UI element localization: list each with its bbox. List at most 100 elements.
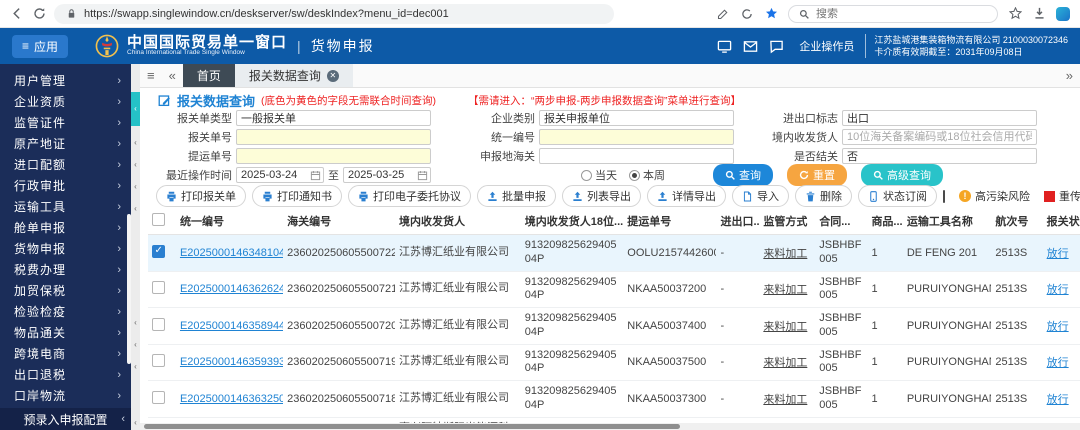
status-link[interactable]: 放行 bbox=[1047, 248, 1069, 260]
sidebar-item[interactable]: 企业资质 › bbox=[0, 91, 131, 112]
reset-button[interactable]: 重置 bbox=[787, 164, 847, 186]
refresh-icon[interactable] bbox=[32, 7, 46, 21]
sidebar-item[interactable]: 税费办理 › bbox=[0, 259, 131, 280]
sidebar-item[interactable]: 监管证件 › bbox=[0, 112, 131, 133]
collapse-handle[interactable]: ‹ bbox=[131, 338, 140, 352]
table-row[interactable]: E20250001463481049236020250605500722江苏博汇… bbox=[148, 234, 1080, 272]
status-link[interactable]: 放行 bbox=[1047, 321, 1069, 333]
status-subscribe-button[interactable]: 状态订阅 bbox=[858, 185, 937, 207]
collapse-handle[interactable]: ‹ bbox=[131, 416, 140, 430]
import-button[interactable]: 导入 bbox=[732, 185, 789, 207]
tab-declaration-query[interactable]: 报关数据查询 ✕ bbox=[234, 64, 353, 87]
sidebar-item[interactable]: 进口配额 › bbox=[0, 154, 131, 175]
sidebar-item[interactable]: 物品通关 › bbox=[0, 322, 131, 343]
desktop-icon[interactable] bbox=[717, 39, 732, 54]
chat-icon[interactable] bbox=[769, 39, 784, 54]
date-from-input[interactable] bbox=[236, 167, 324, 183]
mail-icon[interactable] bbox=[743, 39, 758, 54]
unified-no-link[interactable]: E20250001463589441 bbox=[180, 320, 283, 332]
close-tab-icon[interactable]: ✕ bbox=[326, 69, 339, 82]
tab-menu-icon[interactable]: ≡ bbox=[140, 64, 162, 87]
address-bar[interactable]: https://swapp.singlewindow.cn/deskserver… bbox=[54, 3, 614, 24]
browser-profile-icon[interactable] bbox=[1056, 6, 1070, 21]
apps-menu-button[interactable]: ≡ 应用 bbox=[12, 34, 69, 58]
status-link[interactable]: 放行 bbox=[1047, 357, 1069, 369]
table-row[interactable]: E20250001463626241 236020250605500721 江苏博汇… bbox=[148, 271, 1080, 308]
sync-icon[interactable] bbox=[740, 7, 754, 21]
sidebar-item[interactable]: 加贸保税 › bbox=[0, 280, 131, 301]
collapse-handle[interactable]: ‹ bbox=[131, 136, 140, 150]
table-row[interactable]: E20250001463589441 236020250605500720 江苏博汇… bbox=[148, 307, 1080, 345]
batch-declare-button[interactable]: 批量申报 bbox=[477, 185, 556, 207]
sidebar-item[interactable]: 货物申报 › bbox=[0, 238, 131, 259]
row-checkbox[interactable] bbox=[152, 244, 165, 258]
column-header[interactable]: 运输工具名称 bbox=[902, 208, 992, 235]
table-row[interactable]: E20250001463632507 236020250605500718 江苏博汇… bbox=[148, 380, 1080, 418]
sidebar-item[interactable]: 用户管理 › bbox=[0, 70, 131, 91]
tabs-scroll-right-icon[interactable]: » bbox=[1059, 64, 1080, 87]
row-checkbox[interactable] bbox=[152, 354, 165, 368]
list-export-button[interactable]: 列表导出 bbox=[562, 185, 641, 207]
search-button[interactable]: 查询 bbox=[713, 164, 773, 186]
row-checkbox[interactable] bbox=[152, 390, 165, 404]
radio-today[interactable]: 当天 bbox=[581, 167, 617, 183]
column-header[interactable]: 航次号 bbox=[991, 208, 1043, 235]
select-all-checkbox[interactable] bbox=[152, 213, 165, 226]
ie-flag-input[interactable] bbox=[842, 110, 1037, 126]
sidebar-item[interactable]: 检验检疫 › bbox=[0, 301, 131, 322]
collapse-handle[interactable]: ‹ bbox=[131, 360, 140, 374]
column-header[interactable]: 报关状态 bbox=[1042, 208, 1080, 235]
collapse-handle[interactable]: ‹ bbox=[131, 158, 140, 172]
status-link[interactable]: 放行 bbox=[1047, 284, 1069, 296]
column-header[interactable]: 商品... bbox=[867, 208, 903, 235]
unified-no-link[interactable]: E20250001463632507 bbox=[180, 393, 283, 405]
sidebar-item[interactable]: 原产地证 › bbox=[0, 133, 131, 154]
sidebar-item[interactable]: 行政审批 › bbox=[0, 175, 131, 196]
sidebar-item-prerecord-config[interactable]: 预录入申报配置 ‹ bbox=[0, 408, 131, 430]
status-link[interactable]: 放行 bbox=[1047, 394, 1069, 406]
browser-search-input[interactable] bbox=[816, 7, 966, 20]
edit-icon[interactable] bbox=[716, 7, 730, 21]
unified-no-link[interactable]: E20250001463626241 bbox=[180, 283, 283, 295]
radio-week[interactable]: 本周 bbox=[629, 167, 665, 183]
closed-flag-input[interactable] bbox=[842, 148, 1037, 164]
delete-button[interactable]: 删除 bbox=[795, 185, 852, 207]
bl-no-input[interactable] bbox=[236, 148, 431, 164]
back-icon[interactable] bbox=[10, 7, 24, 21]
print-notice-button[interactable]: 打印通知书 bbox=[252, 185, 342, 207]
unified-no-link[interactable]: E20250001463593935 bbox=[180, 356, 283, 368]
row-checkbox[interactable] bbox=[152, 317, 165, 331]
collapse-handle[interactable]: ‹ bbox=[131, 202, 140, 216]
scrollbar-thumb[interactable] bbox=[144, 424, 680, 429]
print-agreement-button[interactable]: 打印电子委托协议 bbox=[348, 185, 471, 207]
collapse-handle[interactable]: ‹ bbox=[131, 180, 140, 194]
decl-no-input[interactable] bbox=[236, 129, 431, 145]
print-declaration-button[interactable]: 打印报关单 bbox=[156, 185, 246, 207]
tabs-scroll-left-icon[interactable]: « bbox=[162, 64, 183, 87]
bookmark-icon[interactable] bbox=[1008, 7, 1022, 21]
download-icon[interactable] bbox=[1032, 7, 1046, 21]
collapse-handle-active[interactable]: ‹ bbox=[131, 92, 140, 126]
column-header[interactable]: 境内收发货人18位... bbox=[520, 208, 624, 235]
browser-search[interactable] bbox=[788, 4, 998, 23]
date-to-input[interactable] bbox=[343, 167, 431, 183]
domestic-party-input[interactable] bbox=[842, 129, 1037, 145]
column-header[interactable]: 监管方式 bbox=[759, 208, 816, 235]
sidebar-item[interactable]: 出口退税 › bbox=[0, 364, 131, 385]
column-header[interactable]: 统一编号 bbox=[175, 208, 284, 235]
column-header[interactable]: 进出口... bbox=[716, 208, 760, 235]
decl-type-input[interactable] bbox=[236, 110, 431, 126]
unified-no-input[interactable] bbox=[539, 129, 734, 145]
table-row[interactable]: E20250001463593935 236020250605500719 江苏博汇… bbox=[148, 344, 1080, 381]
collapse-handle[interactable]: ‹ bbox=[131, 316, 140, 330]
sidebar-item[interactable]: 跨境电商 › bbox=[0, 343, 131, 364]
column-header[interactable]: 海关编号 bbox=[283, 208, 395, 235]
advanced-search-button[interactable]: 高级查询 bbox=[861, 164, 943, 186]
column-header[interactable]: 提运单号 bbox=[623, 208, 717, 235]
tab-home[interactable]: 首页 bbox=[182, 64, 235, 87]
unified-no-link[interactable]: E20250001463481049 bbox=[180, 247, 283, 259]
favorite-star-icon[interactable] bbox=[764, 7, 778, 21]
column-header[interactable]: 境内收发货人 bbox=[394, 208, 521, 235]
sidebar-item[interactable]: 口岸物流 › bbox=[0, 385, 131, 406]
sidebar-item[interactable]: 舱单申报 › bbox=[0, 217, 131, 238]
